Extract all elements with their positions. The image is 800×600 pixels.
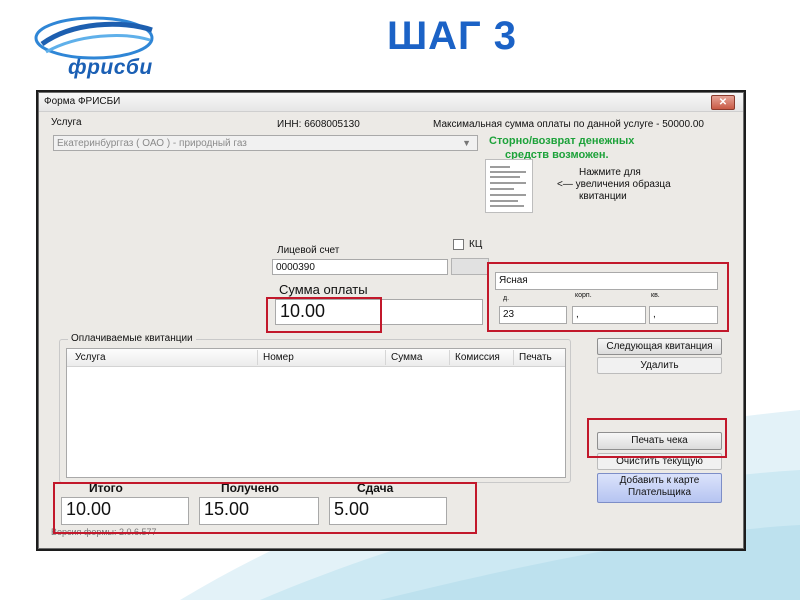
house-label: д. xyxy=(503,295,510,302)
service-select[interactable]: Екатеринбурггаз ( ОАО ) - природный газ … xyxy=(53,135,478,151)
corp-label: корп. xyxy=(575,292,592,299)
payment-input[interactable]: 10.00 xyxy=(275,299,483,325)
receipts-legend: Оплачиваемые квитанции xyxy=(68,333,196,344)
street-input[interactable]: Ясная xyxy=(495,272,718,290)
hint-text-line2: <— увеличения образца xyxy=(557,179,671,190)
column-number[interactable]: Номер xyxy=(263,352,294,363)
delete-button[interactable]: Удалить xyxy=(597,357,722,374)
receipt-sample-thumbnail[interactable] xyxy=(485,159,533,213)
received-input[interactable]: 15.00 xyxy=(199,497,319,525)
kc-label: КЦ xyxy=(469,239,483,250)
hint-text-line3: квитанции xyxy=(579,191,627,202)
column-commission[interactable]: Комиссия xyxy=(455,352,500,363)
clear-current-button[interactable]: Очистить текущую xyxy=(597,453,722,470)
chevron-down-icon[interactable]: ▼ xyxy=(462,138,471,148)
kc-button[interactable] xyxy=(451,258,489,275)
payment-label: Сумма оплаты xyxy=(279,282,368,297)
close-icon[interactable]: ✕ xyxy=(711,95,735,110)
column-sum[interactable]: Сумма xyxy=(391,352,422,363)
next-receipt-button[interactable]: Следующая квитанция xyxy=(597,338,722,355)
column-service[interactable]: Услуга xyxy=(75,352,106,363)
slide-title: ШАГ 3 xyxy=(386,14,518,58)
receipts-list[interactable]: Услуга Номер Сумма Комиссия Печать xyxy=(66,348,566,478)
max-sum-text: Максимальная сумма оплаты по данной услу… xyxy=(433,119,704,130)
account-input[interactable]: 0000390 xyxy=(272,259,448,275)
flat-input[interactable]: , xyxy=(649,306,718,324)
house-input[interactable]: 23 xyxy=(499,306,567,324)
change-label: Сдача xyxy=(357,481,394,495)
kc-checkbox[interactable] xyxy=(453,239,464,250)
window-title: Форма ФРИСБИ xyxy=(44,96,121,107)
refund-text-line1: Сторно/возврат денежных xyxy=(489,135,635,147)
service-select-value: Екатеринбурггаз ( ОАО ) - природный газ xyxy=(57,138,247,149)
hint-text-line1: Нажмите для xyxy=(579,167,641,178)
received-label: Получено xyxy=(221,481,280,495)
add-to-card-line1: Добавить к карте xyxy=(619,475,700,486)
corp-input[interactable]: , xyxy=(572,306,646,324)
receipts-group: Оплачиваемые квитанции Услуга Номер Сумм… xyxy=(59,333,571,483)
account-label: Лицевой счет xyxy=(277,245,340,256)
receipts-header: Услуга Номер Сумма Комиссия Печать xyxy=(67,349,565,367)
version-text: Версия формы: 2.0.6.577 xyxy=(51,527,157,537)
print-receipt-button[interactable]: Печать чека xyxy=(597,432,722,450)
logo-text: фрисби xyxy=(68,56,153,79)
add-to-card-line2: Плательщика xyxy=(627,487,692,498)
column-print[interactable]: Печать xyxy=(519,352,552,363)
service-label: Услуга xyxy=(51,117,82,128)
inn-text: ИНН: 6608005130 xyxy=(277,119,360,130)
change-input[interactable]: 5.00 xyxy=(329,497,447,525)
frisbee-form-window: Форма ФРИСБИ ✕ Услуга ИНН: 6608005130 Ма… xyxy=(38,92,744,549)
itogo-input[interactable]: 10.00 xyxy=(61,497,189,525)
flat-label: кв. xyxy=(651,292,660,299)
itogo-label: Итого xyxy=(89,481,123,495)
title-bar: Форма ФРИСБИ ✕ xyxy=(39,93,743,112)
add-to-card-button[interactable]: Добавить к карте Плательщика xyxy=(597,473,722,503)
